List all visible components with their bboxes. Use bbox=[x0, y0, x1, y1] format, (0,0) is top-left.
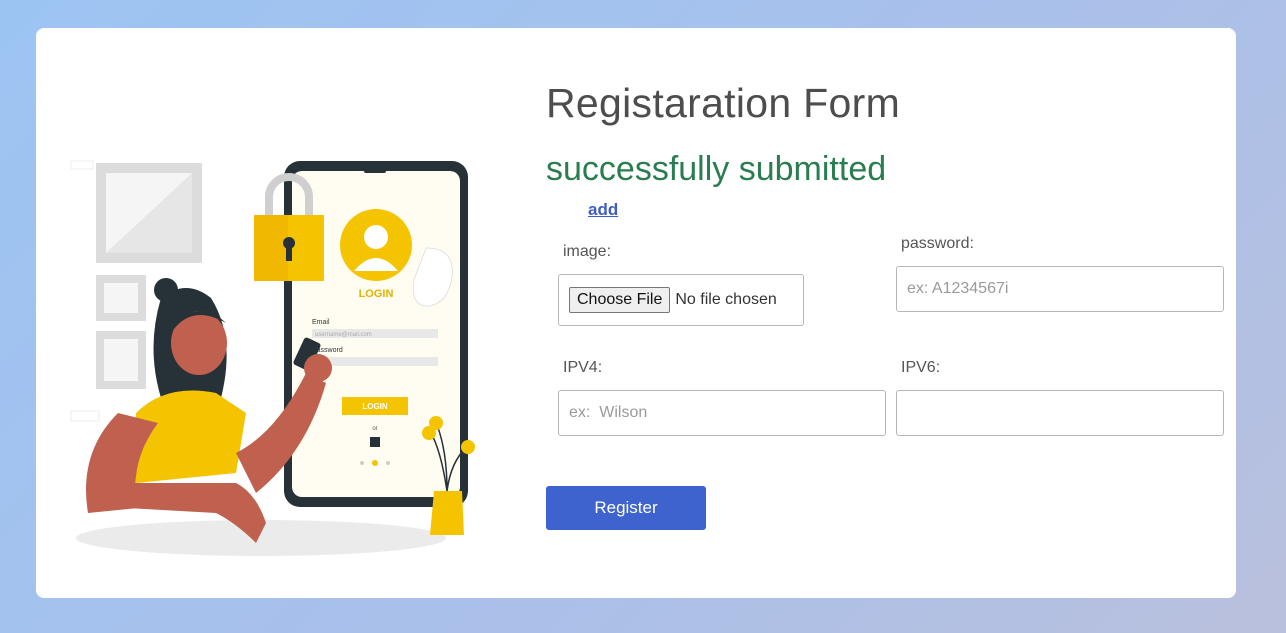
plant-vase bbox=[430, 491, 464, 535]
ipv6-field[interactable] bbox=[896, 390, 1224, 436]
phone-email-label: Email bbox=[312, 319, 330, 326]
ipv4-label: IPV4: bbox=[563, 359, 603, 376]
ipv4-field[interactable] bbox=[558, 390, 886, 436]
page-title: Registaration Form bbox=[546, 80, 901, 126]
success-message: successfully submitted bbox=[546, 150, 887, 188]
image-label: image: bbox=[563, 243, 612, 260]
registration-card: LOGIN Email username@mail.com Password L… bbox=[36, 28, 1236, 598]
choose-file-button[interactable]: Choose File bbox=[569, 287, 671, 313]
image-file-input[interactable]: Choose File No file chosen bbox=[558, 274, 804, 326]
login-illustration: LOGIN Email username@mail.com Password L… bbox=[70, 160, 475, 556]
password-label: password: bbox=[901, 235, 974, 252]
phone-login-title: LOGIN bbox=[359, 288, 394, 300]
register-button[interactable]: Register bbox=[546, 486, 706, 530]
phone-email-placeholder: username@mail.com bbox=[315, 332, 372, 338]
password-field[interactable] bbox=[896, 266, 1224, 312]
woman-shirt bbox=[136, 390, 246, 483]
phone-or-text: or bbox=[372, 426, 377, 432]
no-file-text: No file chosen bbox=[675, 291, 777, 308]
phone-login-button-label: LOGIN bbox=[362, 402, 388, 411]
add-link[interactable]: add bbox=[588, 200, 618, 220]
ipv6-label: IPV6: bbox=[901, 359, 941, 376]
facebook-icon bbox=[370, 437, 380, 447]
